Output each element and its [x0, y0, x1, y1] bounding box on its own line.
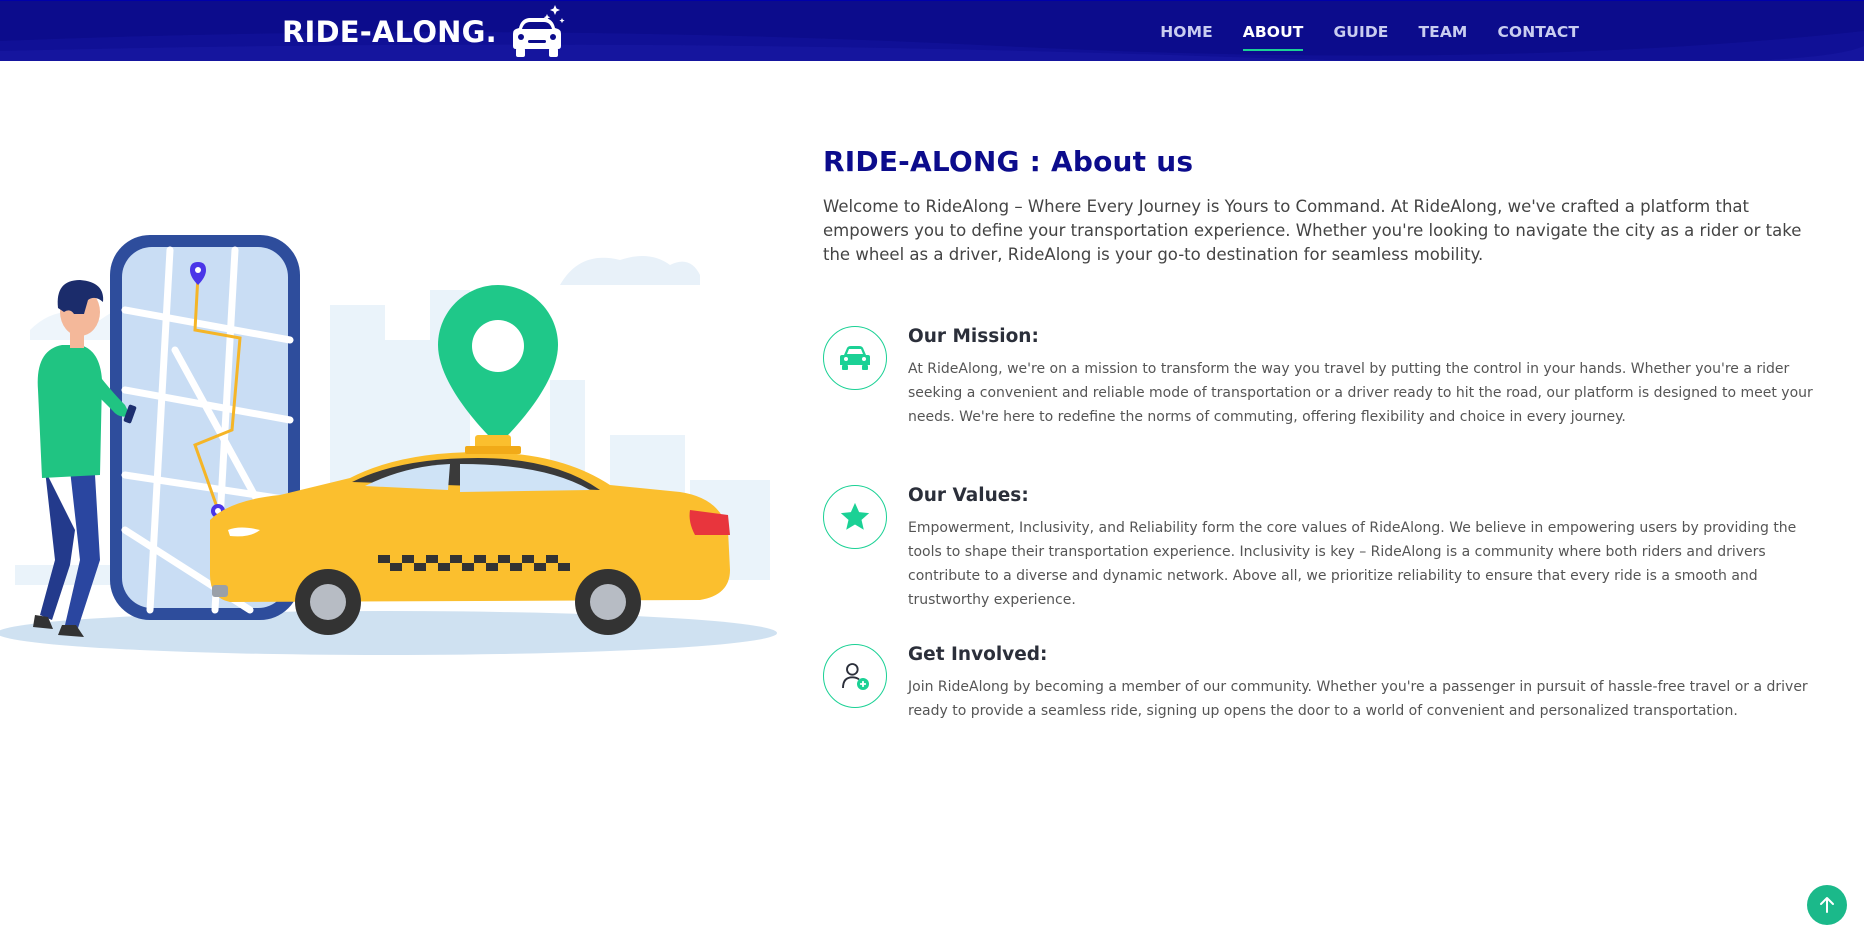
feature-text: Empowerment, Inclusivity, and Reliabilit…	[908, 520, 1797, 608]
car-logo-icon	[512, 4, 565, 57]
feature-icon-circle	[823, 485, 887, 549]
about-intro: Welcome to RideAlong – Where Every Journ…	[823, 197, 1802, 264]
arrow-up-icon	[1820, 897, 1834, 913]
nav-item-team[interactable]: TEAM	[1418, 23, 1467, 41]
back-to-top-button[interactable]	[1807, 885, 1847, 925]
feature-text: At RideAlong, we're on a mission to tran…	[908, 361, 1813, 425]
page-title: RIDE-ALONG : About us	[823, 145, 1194, 178]
about-section: RIDE-ALONG : About us Welcome to RideAlo…	[823, 145, 1813, 719]
header-wave-decoration	[0, 31, 1864, 61]
feature-title: Our Mission:	[908, 326, 1039, 347]
nav-item-about[interactable]: ABOUT	[1242, 23, 1304, 51]
feature-icon-circle	[823, 326, 887, 390]
feature-icon-circle	[823, 644, 887, 708]
user-add-icon	[842, 663, 869, 690]
car-icon	[840, 346, 870, 370]
feature-title: Our Values:	[908, 485, 1029, 506]
nav-item-guide[interactable]: GUIDE	[1333, 23, 1388, 41]
main-nav: HOME ABOUT GUIDE TEAM CONTACT	[1160, 1, 1579, 61]
brand-name: RIDE-ALONG.	[282, 14, 497, 49]
feature-text: Join RideAlong by becoming a member of o…	[908, 679, 1808, 719]
star-icon	[840, 502, 870, 530]
taxi-app-illustration	[0, 235, 777, 655]
nav-item-contact[interactable]: CONTACT	[1497, 23, 1579, 41]
brand-logo[interactable]: RIDE-ALONG.	[282, 1, 567, 61]
feature-title: Get Involved:	[908, 644, 1048, 665]
site-header: RIDE-ALONG. HOME ABOUT GUIDE TEAM CONTAC…	[0, 0, 1864, 61]
nav-item-home[interactable]: HOME	[1160, 23, 1213, 41]
